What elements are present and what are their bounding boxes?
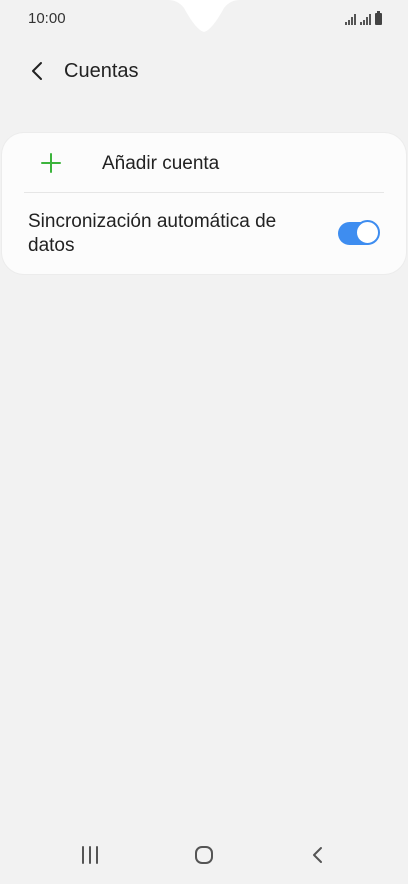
navigation-bar xyxy=(0,830,408,880)
signal-icon xyxy=(345,13,356,25)
status-time: 10:00 xyxy=(28,10,66,27)
auto-sync-label: Sincronización automática de datos xyxy=(28,211,277,256)
plus-icon xyxy=(41,153,61,173)
recents-icon xyxy=(82,846,98,864)
home-button[interactable] xyxy=(184,840,224,870)
recents-button[interactable] xyxy=(70,840,110,870)
app-bar: Cuentas xyxy=(0,48,408,94)
home-icon xyxy=(195,846,213,864)
status-bar: 10:00 xyxy=(0,0,408,44)
chevron-left-icon xyxy=(32,62,42,80)
battery-icon xyxy=(375,11,382,25)
add-account-label: Añadir cuenta xyxy=(102,153,220,174)
back-button[interactable] xyxy=(18,51,58,91)
auto-sync-toggle[interactable] xyxy=(336,220,380,247)
nav-back-button[interactable] xyxy=(298,840,338,870)
add-account-row[interactable]: Añadir cuenta xyxy=(2,133,406,193)
page-title: Cuentas xyxy=(64,59,139,82)
accounts-card: Añadir cuenta Sincronización automática … xyxy=(2,133,406,274)
signal-icon-2 xyxy=(360,13,371,25)
auto-sync-row[interactable]: Sincronización automática de datos xyxy=(2,193,406,274)
status-icons xyxy=(345,11,382,25)
screen: 10:00 Cuentas Añadir cuenta Sincronizaci… xyxy=(0,0,408,884)
back-icon xyxy=(313,847,322,863)
toggle-knob xyxy=(355,220,380,245)
